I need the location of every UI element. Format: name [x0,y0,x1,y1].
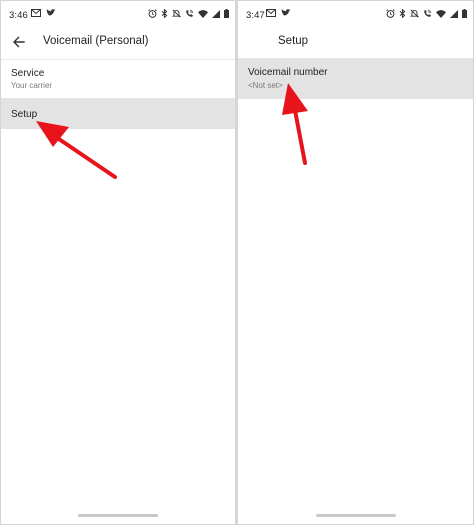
bluetooth-icon [399,9,406,18]
gesture-nav-bar [1,509,235,523]
pref-summary: Your carrier [11,81,53,90]
signal-icon [212,9,220,18]
signal-icon [450,9,458,18]
home-handle[interactable] [315,514,396,517]
left-screen: 3:46 Voicemail (Personal) Service Your c… [1,1,235,523]
status-time: 3:47 [246,10,265,21]
home-handle[interactable] [78,514,158,517]
status-bar: 3:47 [238,1,473,29]
battery-icon [224,9,229,18]
mute-icon [172,9,181,18]
gmail-icon [266,9,276,17]
pref-title: Setup [11,109,38,120]
pref-title: Voicemail number [248,67,328,78]
wifi-calling-icon [423,9,432,18]
gmail-icon [31,9,41,17]
pref-item-setup[interactable]: Setup [1,98,235,129]
status-notification-icons [266,9,291,17]
status-time: 3:46 [9,10,28,21]
status-system-icons [148,9,229,18]
pref-item-service[interactable]: Service Your carrier [1,60,235,98]
pref-title: Service [11,68,45,79]
right-screen: 3:47 Setup Voicemail number <Not set> [238,1,473,523]
twitter-icon [46,9,56,17]
twitter-icon [281,9,291,17]
page-title: Setup [278,35,309,47]
back-arrow-icon[interactable] [11,34,27,50]
app-bar: Setup [238,29,473,55]
wifi-icon [436,9,446,18]
wifi-calling-icon [185,9,194,18]
bluetooth-icon [161,9,168,18]
battery-icon [462,9,467,18]
alarm-icon [148,9,157,18]
wifi-icon [198,9,208,18]
mute-icon [410,9,419,18]
gesture-nav-bar [238,509,473,523]
page-title: Voicemail (Personal) [43,35,149,47]
pref-item-voicemail-number[interactable]: Voicemail number <Not set> [238,58,473,99]
pref-summary: <Not set> [248,81,283,90]
app-bar: Voicemail (Personal) [1,29,235,55]
status-notification-icons [31,9,56,17]
status-bar: 3:46 [1,1,235,29]
status-system-icons [386,9,467,18]
alarm-icon [386,9,395,18]
